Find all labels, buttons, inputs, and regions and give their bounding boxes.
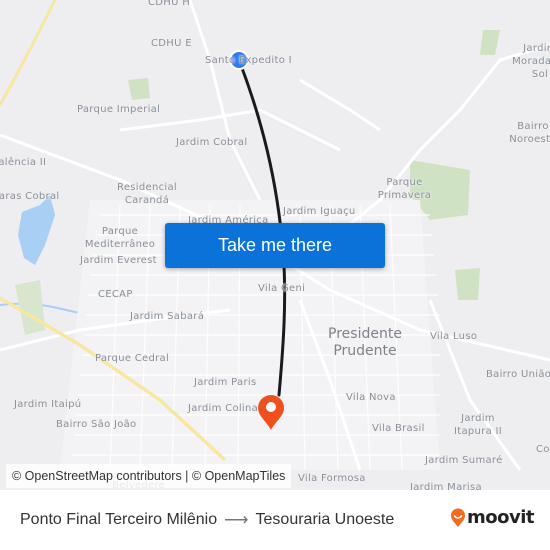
park — [128, 78, 150, 100]
moovit-wordmark: moovit — [467, 507, 535, 528]
map-attribution[interactable]: © OpenStreetMap contributors | © OpenMap… — [6, 464, 292, 488]
arrow-right-icon: ⟶ — [224, 510, 249, 529]
map-label: Jardim Sabará — [130, 311, 205, 322]
map-label: Vila Nova — [346, 392, 396, 403]
map-label: Maras Cobral — [0, 191, 60, 202]
highway — [0, 0, 57, 106]
map-label: Parque Mediterrâneo — [84, 226, 156, 250]
map-label: Bairro União — [486, 369, 550, 380]
map-label: Co — [536, 444, 550, 455]
park — [480, 30, 500, 55]
map-label: Santo Expedito I — [205, 55, 292, 66]
map-label: Bairro São João — [56, 419, 137, 430]
destination-name: Tesouraria Unoeste — [255, 511, 395, 528]
map-label: CECAP — [98, 289, 133, 300]
map-label: Jardim Sumaré — [425, 455, 503, 466]
map-label: CDHU H — [148, 0, 191, 8]
map-label: Parque Imperial — [77, 104, 161, 115]
lake — [18, 195, 55, 265]
map-label: Jardim Paris — [194, 377, 257, 388]
map-label: Jardim Itaipú — [14, 399, 82, 410]
origin-name: Ponto Final Terceiro Milênio — [20, 511, 218, 528]
map-label: Vila Formosa — [298, 473, 366, 484]
city-label: Presidente Prudente — [328, 326, 402, 359]
map-label: Residencial Carandá — [117, 182, 177, 206]
take-me-there-button[interactable]: Take me there — [165, 223, 385, 268]
map-label: Jardim Cobral — [176, 137, 248, 148]
map-label: Jardim Morada do Sol — [512, 43, 550, 80]
map-label: Parque Primavera — [377, 177, 432, 201]
map-label: Jardim Everest — [80, 255, 157, 266]
map-label: Jardim Iguaçu — [283, 206, 356, 217]
map-label: Bairro Noroeste — [509, 121, 550, 145]
park — [455, 268, 480, 300]
map-label: Valência II — [0, 157, 47, 168]
route-summary: Ponto Final Terceiro Milênio ⟶ Tesourari… — [20, 510, 394, 530]
map-label: Vila Geni — [258, 283, 306, 294]
map-label: Vila Luso — [430, 331, 478, 342]
map-label: Jardim Marisa — [410, 482, 482, 490]
map[interactable]: CDHU H CDHU E Santo Expedito I Jardim Mo… — [0, 0, 550, 490]
map-label: Parque Cedral — [95, 353, 170, 364]
map-label: Jardim Itapura II — [454, 413, 502, 437]
map-label: CDHU E — [151, 38, 192, 49]
map-label: Jardim Colina — [188, 403, 259, 414]
moovit-logo[interactable]: moovit — [450, 507, 535, 528]
footer: Ponto Final Terceiro Milênio ⟶ Tesourari… — [0, 490, 550, 550]
moovit-pin-icon — [451, 508, 465, 527]
map-label: Vila Brasil — [372, 423, 425, 434]
